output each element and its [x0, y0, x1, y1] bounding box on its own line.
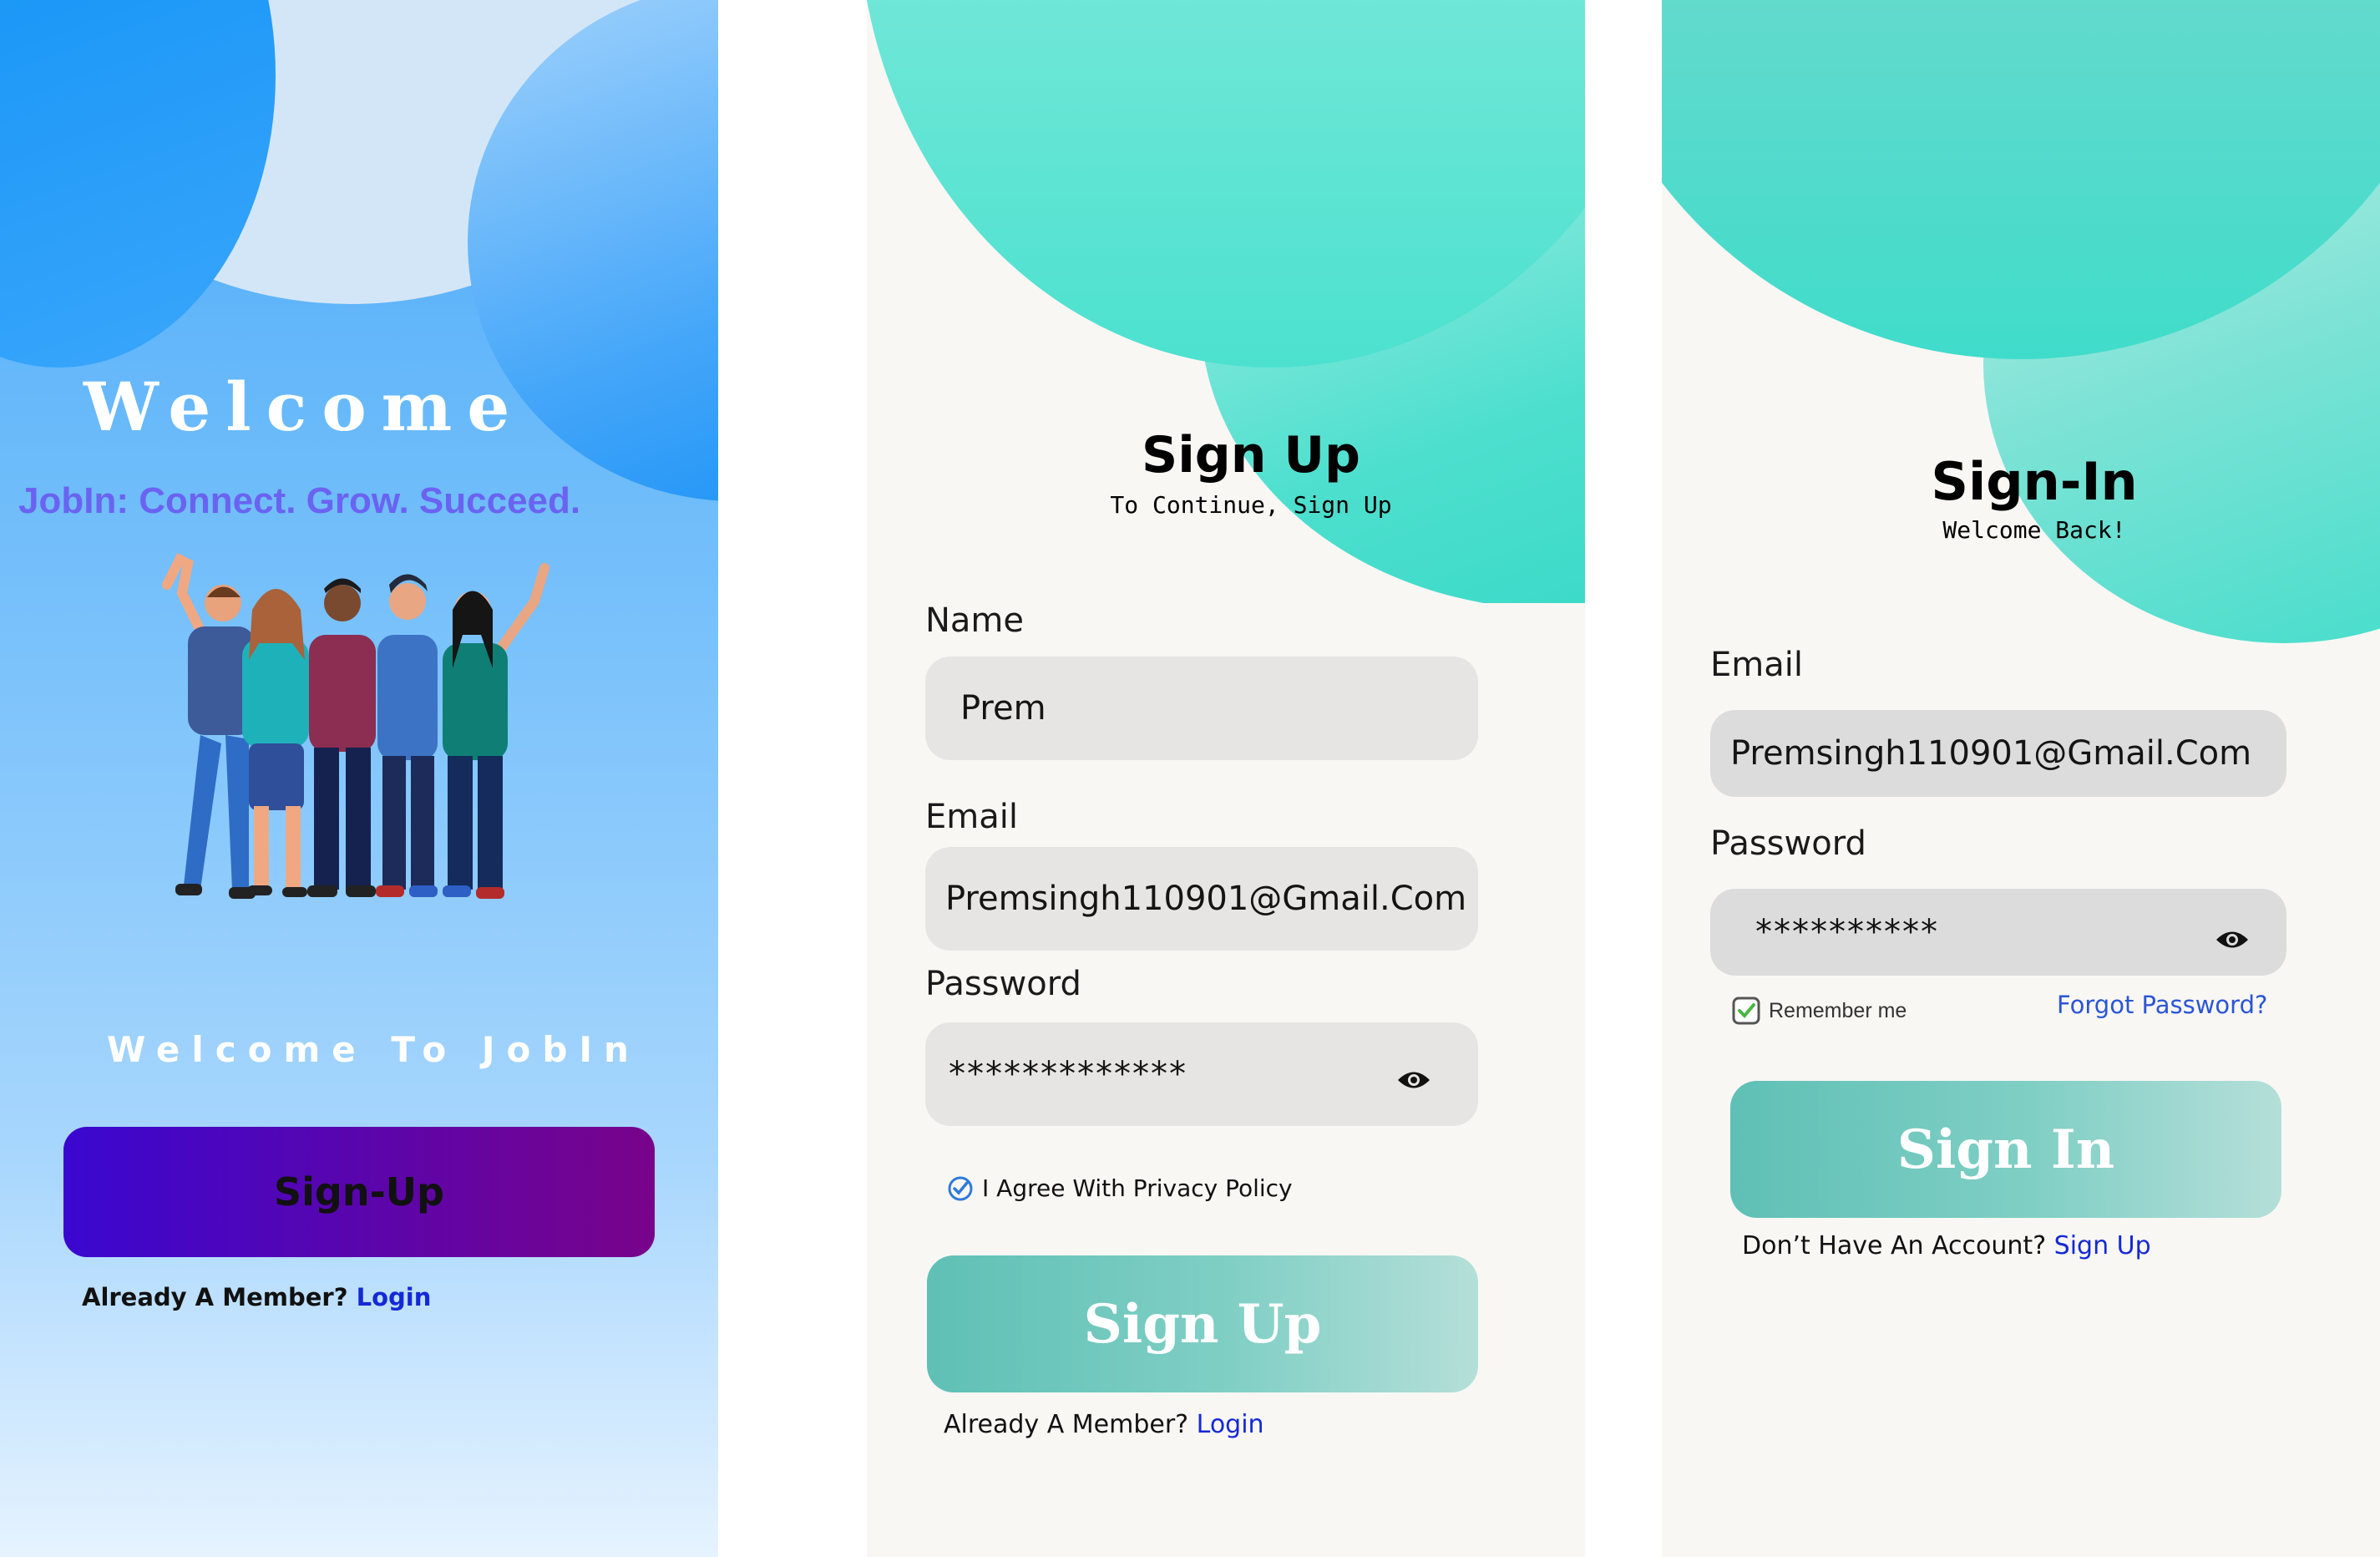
person-figure: [376, 575, 438, 898]
page-subtitle: Welcome Back!: [1662, 516, 2380, 544]
page-subtitle: To Continue, Sign Up: [867, 491, 1585, 519]
login-prompt: Already A Member? Login: [82, 1283, 431, 1311]
eye-icon[interactable]: [2215, 927, 2250, 952]
member-text: Already A Member?: [944, 1410, 1188, 1439]
email-field[interactable]: Premsingh110901@Gmail.Com: [1710, 710, 2286, 797]
remember-text: Remember me: [1769, 999, 1907, 1023]
password-field[interactable]: *************: [925, 1022, 1478, 1126]
welcome-subtitle: Welcome To JobIn: [107, 1029, 641, 1070]
welcome-title: Welcome: [84, 368, 524, 446]
welcome-screen: Welcome JobIn: Connect. Grow. Succeed.: [0, 0, 718, 1557]
signup-prompt: Don’t Have An Account? Sign Up: [1742, 1231, 2151, 1260]
checkbox-checked-icon[interactable]: [1732, 997, 1760, 1025]
password-field[interactable]: **********: [1710, 889, 2286, 976]
signup-link[interactable]: Sign Up: [2054, 1231, 2151, 1260]
password-label: Password: [1710, 824, 1866, 863]
page-title: Sign-In: [1662, 451, 2380, 512]
person-figure: [307, 579, 376, 898]
background-shape: [0, 0, 276, 368]
login-prompt: Already A Member? Login: [944, 1410, 1264, 1439]
name-label: Name: [925, 601, 1024, 640]
email-label: Email: [925, 798, 1018, 836]
password-value: **********: [1755, 913, 1939, 951]
signup-screen: Sign Up To Continue, Sign Up Name Prem E…: [867, 0, 1585, 1557]
forgot-password-link[interactable]: Forgot Password?: [2057, 991, 2267, 1019]
email-field[interactable]: Premsingh110901@Gmail.Com: [925, 847, 1478, 951]
password-value: *************: [949, 1055, 1187, 1093]
checkbox-checked-icon[interactable]: [947, 1175, 974, 1202]
page-title: Sign Up: [867, 426, 1585, 484]
app-tagline: JobIn: Connect. Grow. Succeed.: [18, 480, 580, 522]
signin-screen: Sign-In Welcome Back! Email Premsingh110…: [1662, 0, 2380, 1557]
group-of-people-illustration: [142, 551, 610, 944]
remember-me: Remember me: [1732, 997, 1907, 1025]
signup-button[interactable]: Sign-Up: [63, 1127, 655, 1257]
login-link[interactable]: Login: [1197, 1410, 1264, 1439]
privacy-agreement: I Agree With Privacy Policy: [947, 1174, 1293, 1202]
login-link[interactable]: Login: [357, 1283, 432, 1311]
no-account-text: Don’t Have An Account?: [1742, 1231, 2046, 1260]
signin-submit-button[interactable]: Sign In: [1730, 1081, 2281, 1218]
password-label: Password: [925, 965, 1081, 1003]
person-figure: [242, 589, 309, 897]
eye-icon[interactable]: [1396, 1068, 1431, 1093]
name-field[interactable]: Prem: [925, 657, 1478, 760]
person-figure: [443, 568, 544, 899]
member-text: Already A Member?: [82, 1283, 348, 1311]
agree-text: I Agree With Privacy Policy: [982, 1174, 1293, 1202]
email-label: Email: [1710, 646, 1803, 684]
signup-submit-button[interactable]: Sign Up: [927, 1255, 1478, 1392]
